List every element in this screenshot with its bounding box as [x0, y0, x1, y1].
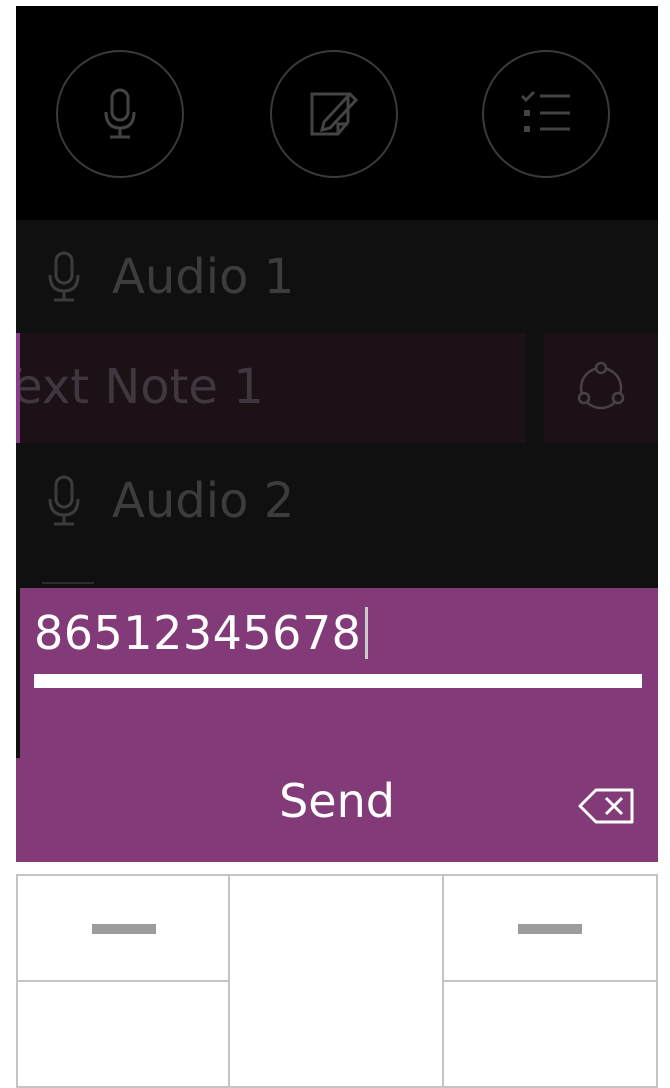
share-number-dialog: 86512345678 Send [16, 588, 658, 862]
call-key[interactable] [16, 980, 230, 1088]
send-button[interactable]: Send [16, 774, 658, 828]
hardware-keypad [16, 874, 658, 1088]
right-soft-key[interactable] [442, 874, 658, 982]
end-key[interactable] [442, 980, 658, 1088]
phone-number-value: 86512345678 [34, 606, 362, 660]
microphone-icon [48, 251, 80, 302]
text-caret [365, 607, 369, 659]
list-item-label: Audio 2 [112, 473, 295, 529]
left-soft-key[interactable] [16, 874, 230, 982]
list-item-label: Audio 1 [112, 249, 295, 305]
input-underline [34, 674, 642, 688]
share-button[interactable] [544, 333, 658, 443]
share-icon [577, 361, 625, 410]
new-checklist-button[interactable] [482, 50, 610, 178]
phone-number-input[interactable]: 86512345678 [34, 606, 369, 660]
microphone-icon [48, 475, 80, 526]
list-item[interactable]: Audio 2 [16, 446, 658, 556]
microphone-icon [104, 88, 136, 139]
app-screen: Audio 1 Text Note 1 Audio 2 86512345678 … [16, 6, 658, 862]
dash-icon [518, 924, 582, 934]
divider [16, 588, 20, 758]
checklist-icon [520, 90, 570, 132]
list-item[interactable]: Audio 1 [16, 222, 658, 332]
backspace-icon[interactable] [578, 786, 636, 826]
toolbar [16, 6, 658, 220]
list-item-label: Text Note 1 [16, 359, 264, 415]
new-note-button[interactable] [270, 50, 398, 178]
dash-icon [92, 924, 156, 934]
note-edit-icon [310, 91, 359, 136]
record-audio-button[interactable] [56, 50, 184, 178]
center-key[interactable] [228, 874, 607, 1088]
list-item-selected[interactable]: Text Note 1 [16, 333, 526, 443]
